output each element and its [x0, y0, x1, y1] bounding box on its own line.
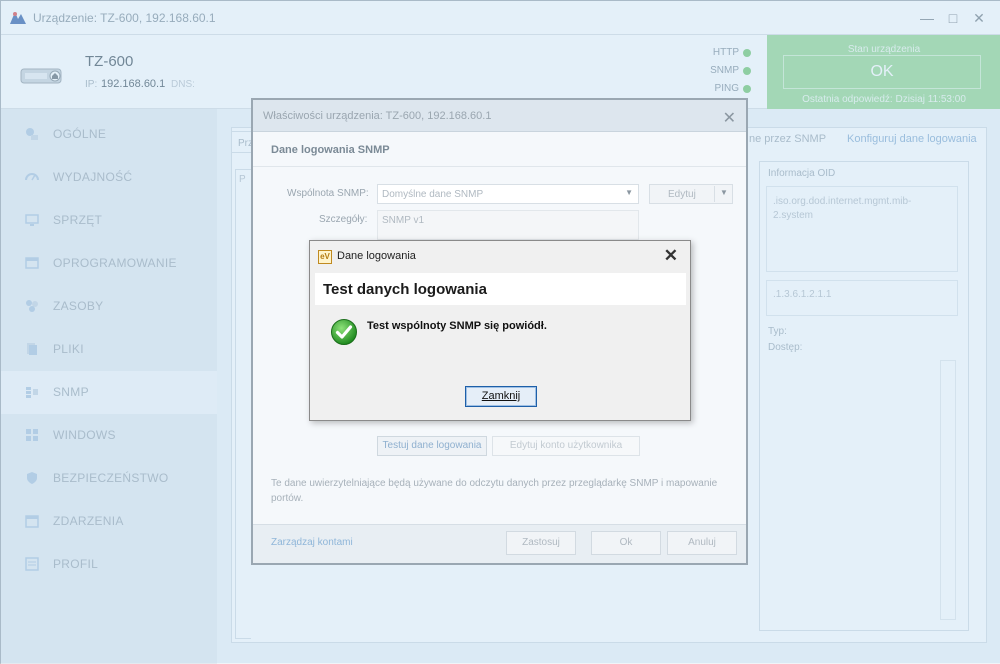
ok-button[interactable]: Ok — [591, 531, 661, 555]
edit-button-label: Edytuj — [668, 189, 696, 200]
dialog-footer: Zarządzaj kontami Zastosuj Ok Anuluj — [253, 524, 746, 563]
credential-dialog-titlebar: eV Dane logowania ✕ — [310, 241, 690, 272]
close-button[interactable]: Zamknij — [465, 386, 537, 407]
close-icon[interactable]: ✕ — [723, 108, 736, 128]
close-button-label: Zamknij — [481, 390, 521, 402]
success-check-icon — [331, 319, 357, 345]
details-label: Szczegóły: — [319, 214, 368, 225]
credentials-note: Te dane uwierzytelniające będą używane d… — [271, 478, 718, 504]
app-logo-icon: eV — [318, 250, 332, 264]
credential-dialog-title: Dane logowania — [337, 250, 416, 262]
credential-heading-bar: Test danych logowania — [315, 273, 686, 305]
credential-result-message: Test wspólnoty SNMP się powiódł. — [367, 320, 547, 332]
credential-test-dialog: eV Dane logowania ✕ Test danych logowani… — [309, 240, 691, 421]
divider — [714, 186, 715, 202]
details-field: SNMP v1 — [377, 210, 639, 240]
chevron-down-icon[interactable]: ▼ — [720, 188, 741, 197]
manage-accounts-link[interactable]: Zarządzaj kontami — [271, 537, 353, 548]
test-credentials-button[interactable]: Testuj dane logowania — [377, 436, 487, 456]
edit-account-button[interactable]: Edytuj konto użytkownika — [492, 436, 640, 456]
apply-button[interactable]: Zastosuj — [506, 531, 576, 555]
credential-heading: Test danych logowania — [323, 281, 487, 298]
close-icon[interactable]: ✕ — [664, 246, 678, 266]
community-select[interactable]: Domyślne dane SNMP ▼ — [377, 184, 639, 204]
community-label: Wspólnota SNMP: — [287, 188, 369, 199]
chevron-down-icon: ▼ — [625, 188, 633, 197]
snmp-credentials-heading: Dane logowania SNMP — [271, 144, 390, 156]
cancel-button[interactable]: Anuluj — [667, 531, 737, 555]
divider — [253, 166, 746, 167]
community-value: Domyślne dane SNMP — [382, 189, 484, 200]
properties-dialog-title: Właściwości urządzenia: TZ-600, 192.168.… — [253, 100, 746, 132]
